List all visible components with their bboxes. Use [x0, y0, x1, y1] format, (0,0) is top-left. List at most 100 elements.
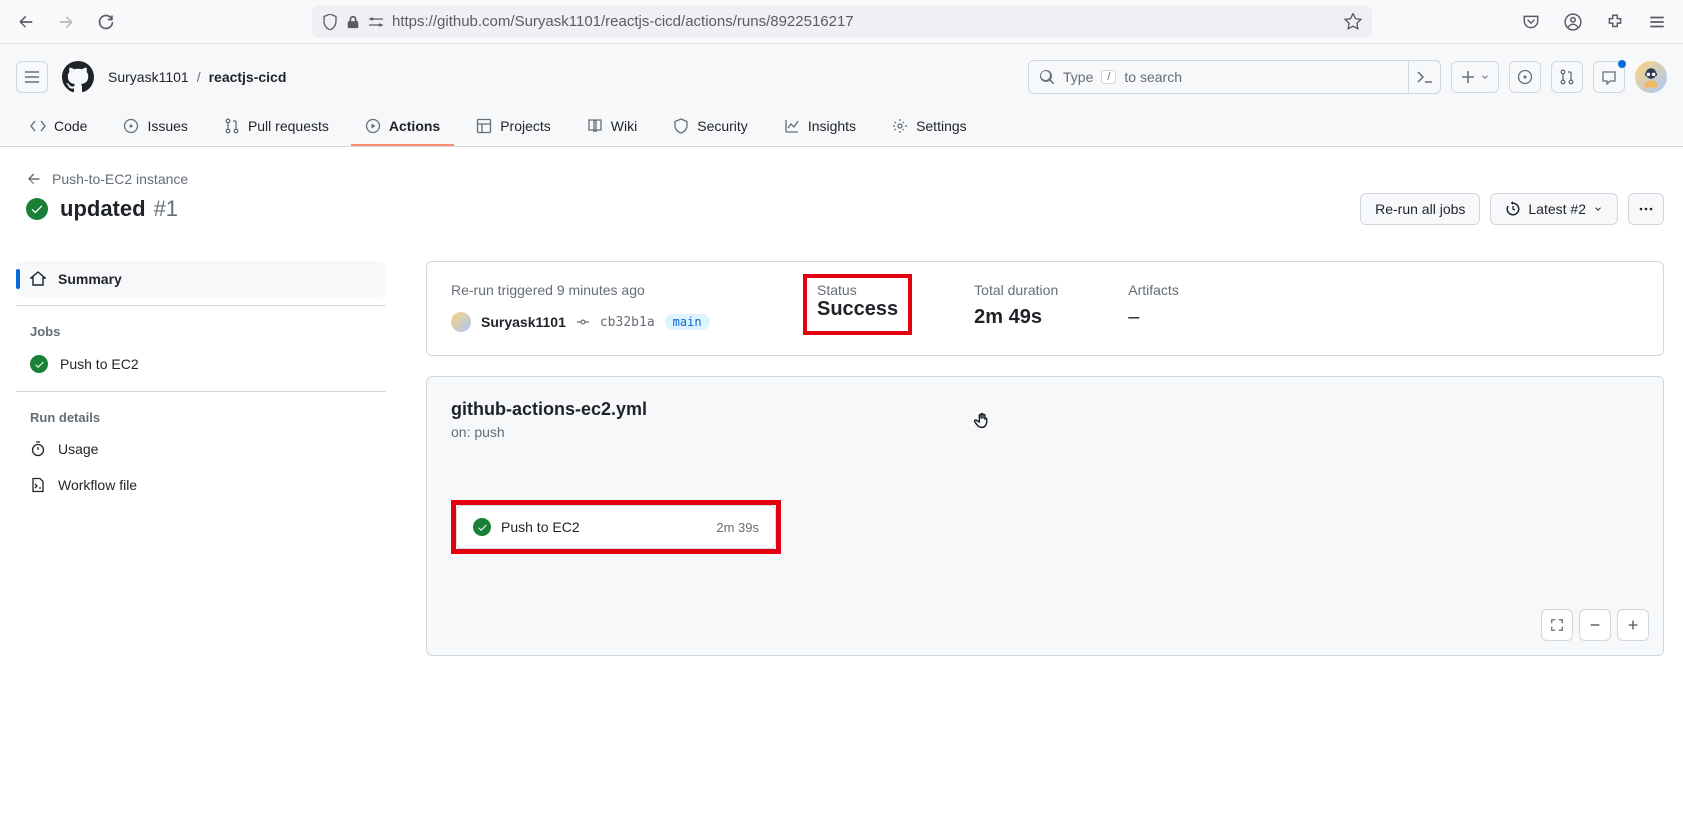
account-icon[interactable]: [1559, 8, 1587, 36]
status-value: Success: [817, 298, 898, 321]
actor-avatar[interactable]: [451, 312, 471, 332]
grab-cursor-icon: [972, 409, 994, 436]
global-nav-menu-button[interactable]: [16, 61, 48, 93]
breadcrumb: Suryask1101 / reactjs-cicd: [108, 69, 286, 85]
tab-issues[interactable]: Issues: [109, 108, 201, 146]
sidebar-item-summary[interactable]: Summary: [16, 261, 386, 297]
breadcrumb-owner[interactable]: Suryask1101: [108, 69, 189, 85]
breadcrumb-sep: /: [197, 69, 201, 85]
search-prefix: Type: [1063, 69, 1093, 85]
latest-run-button[interactable]: Latest #2: [1490, 193, 1618, 225]
duration-label: Total duration: [974, 282, 1058, 298]
notifications-button[interactable]: [1593, 61, 1625, 93]
sidebar-item-usage[interactable]: Usage: [16, 431, 386, 467]
issues-button[interactable]: [1509, 61, 1541, 93]
tab-insights[interactable]: Insights: [770, 108, 870, 146]
status-label: Status: [817, 282, 898, 298]
kebab-icon: [1638, 201, 1654, 217]
sidebar-heading-details: Run details: [16, 400, 386, 431]
browser-toolbar: https://github.com/Suryask1101/reactjs-c…: [0, 0, 1683, 44]
job-card[interactable]: Push to EC2 2m 39s: [456, 505, 776, 549]
user-avatar[interactable]: [1635, 61, 1667, 93]
arrow-left-icon: [26, 171, 42, 187]
breadcrumb-repo[interactable]: reactjs-cicd: [209, 69, 287, 85]
job-duration: 2m 39s: [716, 520, 759, 535]
job-status-icon: [30, 355, 48, 373]
sidebar-heading-jobs: Jobs: [16, 314, 386, 345]
zoom-in-button[interactable]: [1617, 609, 1649, 641]
file-icon: [30, 477, 46, 493]
stopwatch-icon: [30, 441, 46, 457]
run-menu-button[interactable]: [1628, 193, 1664, 225]
search-input[interactable]: Type / to search: [1029, 61, 1409, 93]
browser-reload-button[interactable]: [92, 8, 120, 36]
tab-wiki[interactable]: Wiki: [573, 108, 651, 146]
shield-icon: [322, 14, 338, 30]
github-header: Suryask1101 / reactjs-cicd Type / to sea…: [0, 44, 1683, 147]
search-container[interactable]: Type / to search: [1028, 60, 1441, 94]
search-kbd: /: [1101, 70, 1116, 84]
job-status-icon: [473, 518, 491, 536]
notification-dot: [1618, 60, 1626, 68]
tab-actions[interactable]: Actions: [351, 108, 454, 146]
graph-controls: [1541, 609, 1649, 641]
fullscreen-button[interactable]: [1541, 609, 1573, 641]
caret-down-icon: [1480, 72, 1490, 82]
trigger-label: Re-run triggered 9 minutes ago: [451, 282, 741, 298]
browser-forward-button[interactable]: [52, 8, 80, 36]
job-card-highlight: Push to EC2 2m 39s: [451, 500, 781, 554]
url-text: https://github.com/Suryask1101/reactjs-c…: [392, 13, 1336, 30]
commit-sha[interactable]: cb32b1a: [600, 315, 655, 330]
duration-value[interactable]: 2m 49s: [974, 306, 1058, 329]
sidebar-item-job[interactable]: Push to EC2: [16, 345, 386, 383]
run-title-row: updated #1 Re-run all jobs Latest #2: [16, 193, 1664, 225]
pocket-icon[interactable]: [1517, 8, 1545, 36]
tab-code[interactable]: Code: [16, 108, 101, 146]
pull-requests-button[interactable]: [1551, 61, 1583, 93]
tab-projects[interactable]: Projects: [462, 108, 565, 146]
workflow-trigger: on: push: [451, 424, 1639, 440]
browser-menu-icon[interactable]: [1643, 8, 1671, 36]
run-meta-box: Re-run triggered 9 minutes ago Suryask11…: [426, 261, 1664, 356]
actor-name[interactable]: Suryask1101: [481, 314, 566, 330]
github-logo[interactable]: [62, 61, 94, 93]
tab-security[interactable]: Security: [659, 108, 762, 146]
caret-down-icon: [1593, 204, 1603, 214]
bookmark-star-icon[interactable]: [1344, 13, 1362, 31]
create-new-button[interactable]: [1451, 61, 1499, 93]
artifacts-value: –: [1128, 306, 1179, 329]
permissions-icon: [368, 14, 384, 30]
lock-icon: [346, 15, 360, 29]
main: Re-run triggered 9 minutes ago Suryask11…: [426, 261, 1664, 656]
url-bar[interactable]: https://github.com/Suryask1101/reactjs-c…: [312, 6, 1372, 38]
branch-tag[interactable]: main: [665, 314, 710, 330]
commit-icon: [576, 315, 590, 329]
workflow-back-text: Push-to-EC2 instance: [52, 171, 188, 187]
divider: [16, 305, 386, 306]
rerun-all-jobs-button[interactable]: Re-run all jobs: [1360, 193, 1480, 225]
run-status-icon: [26, 198, 48, 220]
status-highlight: Status Success: [803, 274, 912, 335]
tab-settings[interactable]: Settings: [878, 108, 981, 146]
search-suffix: to search: [1124, 69, 1182, 85]
zoom-out-button[interactable]: [1579, 609, 1611, 641]
artifacts-label: Artifacts: [1128, 282, 1179, 298]
sidebar: Summary Jobs Push to EC2 Run details Usa…: [16, 261, 386, 656]
run-title: updated #1: [60, 196, 178, 222]
run-number: #1: [154, 196, 178, 222]
page-content: Push-to-EC2 instance updated #1 Re-run a…: [0, 147, 1680, 680]
repo-nav: Code Issues Pull requests Actions Projec…: [16, 108, 1667, 146]
home-icon: [30, 271, 46, 287]
workflow-back-link[interactable]: Push-to-EC2 instance: [16, 171, 1664, 187]
command-palette-button[interactable]: [1408, 61, 1440, 93]
plus-icon: [1460, 69, 1476, 85]
extensions-icon[interactable]: [1601, 8, 1629, 36]
browser-back-button[interactable]: [12, 8, 40, 36]
history-icon: [1505, 201, 1521, 217]
workflow-graph-panel[interactable]: github-actions-ec2.yml on: push Push to …: [426, 376, 1664, 656]
workflow-file-name: github-actions-ec2.yml: [451, 399, 1639, 420]
tab-pulls[interactable]: Pull requests: [210, 108, 343, 146]
search-icon: [1039, 69, 1055, 85]
divider: [16, 391, 386, 392]
sidebar-item-workflow-file[interactable]: Workflow file: [16, 467, 386, 503]
